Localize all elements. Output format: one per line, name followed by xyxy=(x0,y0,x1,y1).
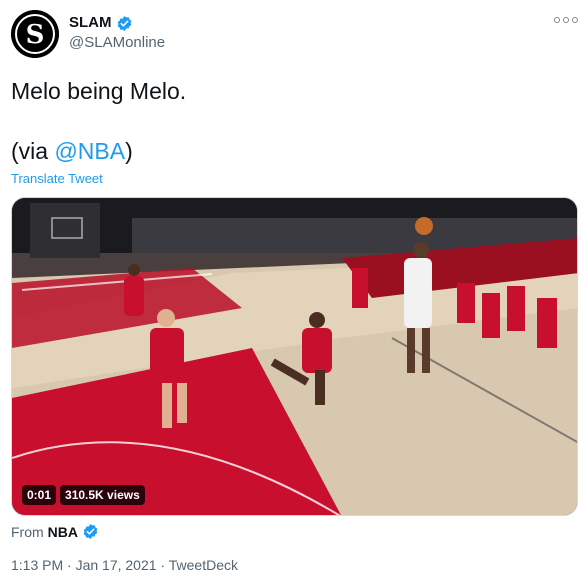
more-dot-icon xyxy=(572,17,578,23)
slam-logo-icon: S xyxy=(11,10,59,58)
more-dot-icon xyxy=(554,17,560,23)
video-time: 0:01 xyxy=(22,485,57,505)
video-views: 310.5K views xyxy=(60,485,145,505)
video-badge: 0:01 310.5K views xyxy=(22,485,145,505)
from-label: From xyxy=(11,523,44,540)
video-player[interactable]: 0:01 310.5K views xyxy=(11,197,578,516)
tweet-via-suffix: ) xyxy=(125,138,133,164)
avatar[interactable]: S xyxy=(11,10,59,58)
tweet-line-2: (via @NBA) xyxy=(11,136,574,166)
mention-link[interactable]: @NBA xyxy=(54,138,125,164)
tweet-text: Melo being Melo. (via @NBA) xyxy=(11,76,574,166)
author-name[interactable]: SLAM xyxy=(69,14,133,32)
translate-tweet-link[interactable]: Translate Tweet xyxy=(11,171,103,186)
video-frame xyxy=(12,198,577,515)
verified-badge-icon xyxy=(83,524,98,539)
more-options-button[interactable] xyxy=(554,10,578,30)
tweet-via-prefix: (via xyxy=(11,138,55,164)
tweet-line-1: Melo being Melo. xyxy=(11,78,187,104)
svg-text:S: S xyxy=(26,20,45,50)
verified-badge-icon xyxy=(117,15,131,31)
more-dot-icon xyxy=(563,17,569,23)
author-handle[interactable]: @SLAMonline xyxy=(69,34,165,51)
author-name-label: SLAM xyxy=(69,14,112,31)
tweet-timestamp[interactable]: 1:13 PM · Jan 17, 2021 · TweetDeck xyxy=(11,557,238,573)
source-account-link[interactable]: NBA xyxy=(48,524,78,540)
source-attribution: From NBA xyxy=(11,523,99,540)
